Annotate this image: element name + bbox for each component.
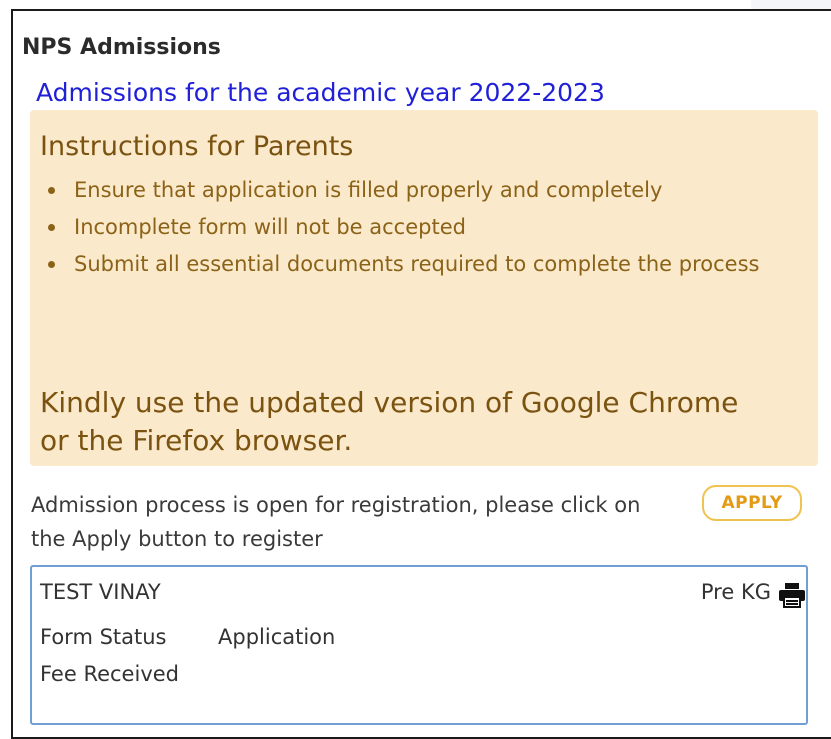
form-status-value: Application bbox=[218, 625, 336, 649]
bullet-icon bbox=[48, 261, 55, 268]
fee-received-label: Fee Received bbox=[40, 662, 179, 686]
instructions-title: Instructions for Parents bbox=[40, 131, 354, 162]
registration-message: Admission process is open for registrati… bbox=[31, 493, 641, 551]
form-status-label: Form Status bbox=[40, 625, 167, 649]
student-name: TEST VINAY bbox=[40, 580, 161, 604]
page-title: NPS Admissions bbox=[22, 35, 221, 60]
print-icon[interactable] bbox=[778, 582, 806, 608]
instruction-item: Ensure that application is filled proper… bbox=[44, 172, 804, 209]
instructions-list: Ensure that application is filled proper… bbox=[44, 172, 804, 283]
apply-button[interactable]: APPLY bbox=[702, 485, 802, 521]
bullet-icon bbox=[48, 224, 55, 231]
bullet-icon bbox=[48, 187, 55, 194]
class-label: Pre KG bbox=[700, 580, 771, 604]
instruction-item: Submit all essential documents required … bbox=[44, 246, 804, 283]
academic-year-subtitle: Admissions for the academic year 2022-20… bbox=[36, 78, 605, 107]
instruction-item: Incomplete form will not be accepted bbox=[44, 209, 804, 246]
browser-notice: Kindly use the updated version of Google… bbox=[40, 386, 739, 457]
